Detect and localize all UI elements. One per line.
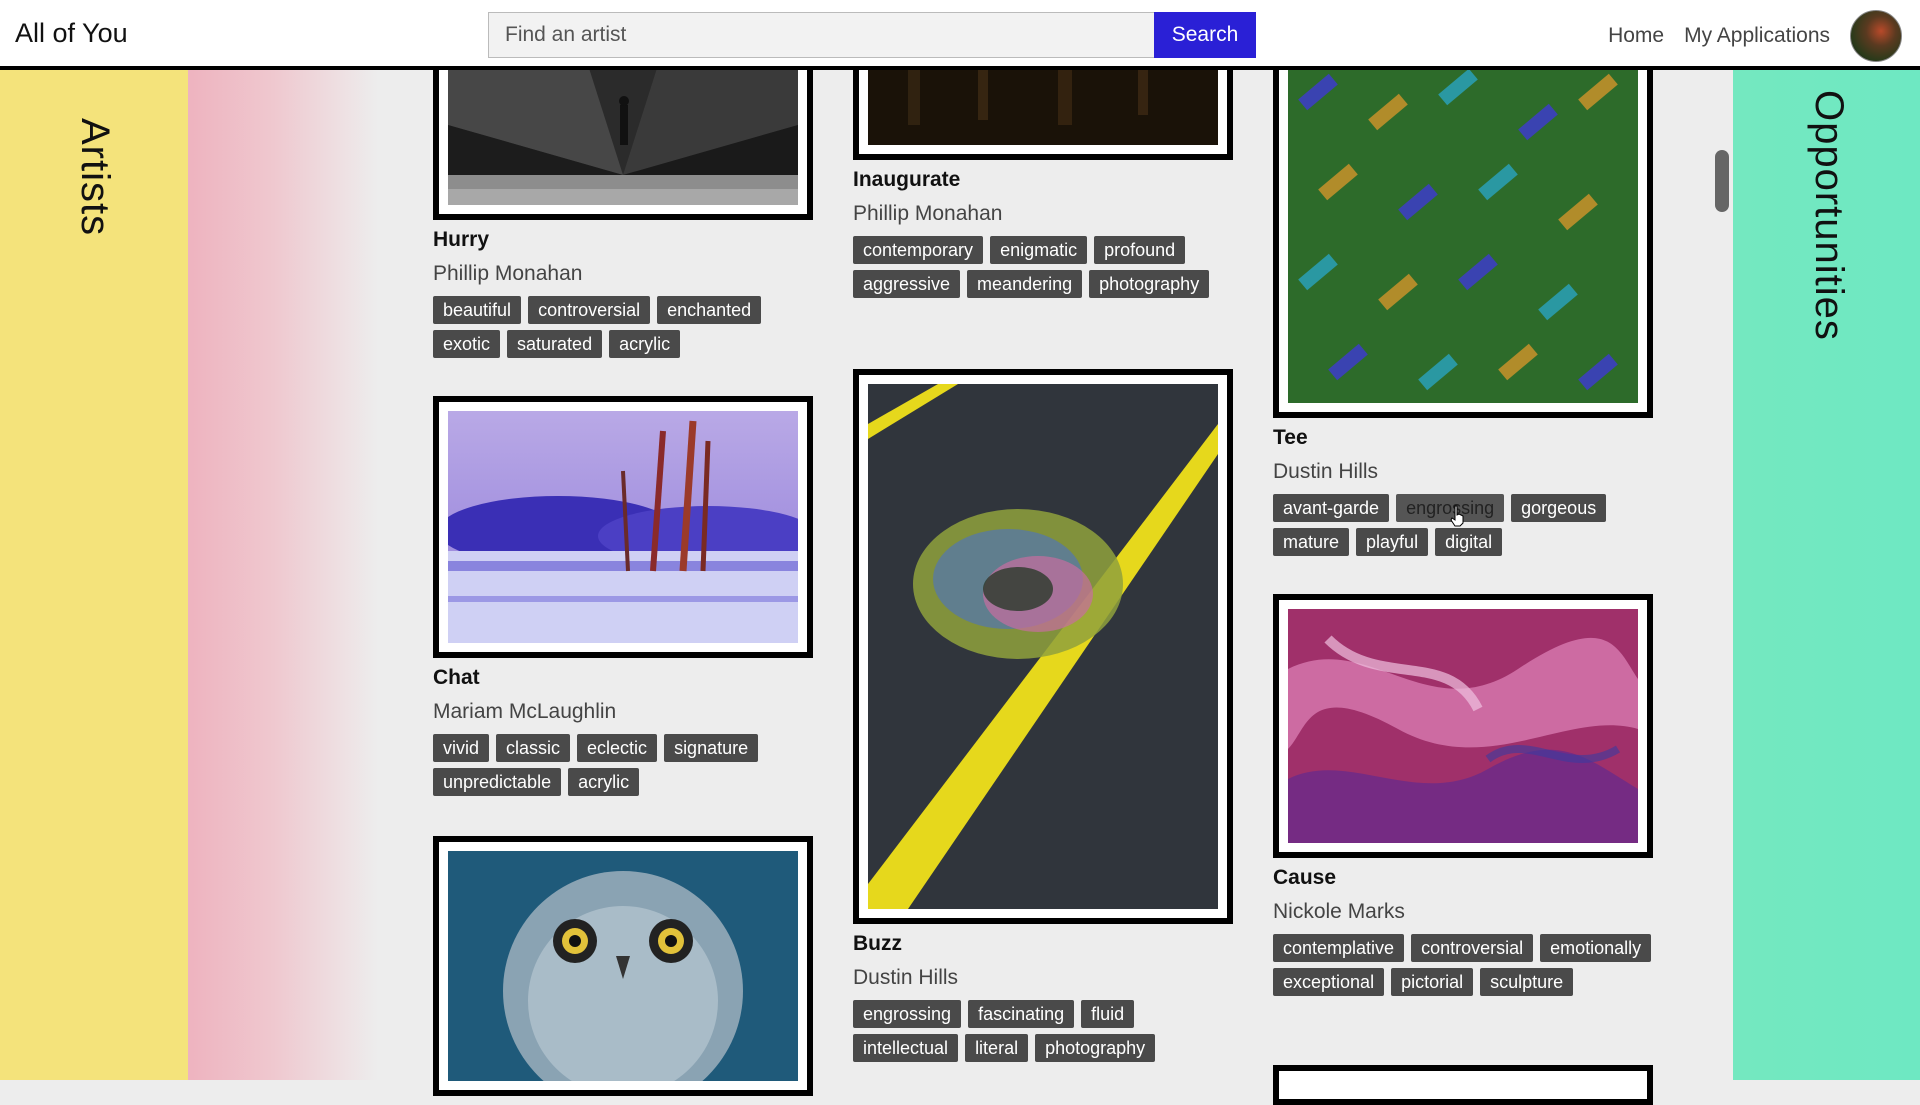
artwork-card-owl[interactable] [433,836,813,1105]
tag[interactable]: playful [1356,528,1429,556]
hand-cursor-icon [1450,505,1464,527]
scrollbar-thumb[interactable] [1715,150,1729,212]
artwork-image-chat[interactable] [438,411,818,643]
tag[interactable]: eclectic [577,734,658,762]
tag[interactable]: meandering [967,270,1083,298]
tag[interactable]: photography [1035,1034,1156,1062]
tag[interactable]: emotionally [1540,934,1652,962]
tag[interactable]: unpredictable [433,768,562,796]
nav-my-applications-link[interactable]: My Applications [1684,24,1830,48]
tag[interactable]: aggressive [853,270,961,298]
artwork-artist[interactable]: Phillip Monahan [433,262,813,286]
artwork-image-tee[interactable] [1288,65,1638,403]
artwork-image-buzz[interactable] [868,384,1218,909]
top-nav: Home My Applications [1608,10,1902,62]
tag[interactable]: intellectual [853,1034,959,1062]
artwork-card-buzz[interactable]: Buzz Dustin Hills engrossing fascinating… [853,369,1233,1062]
tag[interactable]: avant-garde [1273,494,1390,522]
artwork-card-chat[interactable]: Chat Mariam McLaughlin vivid classic ecl… [433,396,818,796]
tag[interactable]: controversial [528,296,651,324]
artwork-card-next[interactable] [1273,1065,1653,1105]
artwork-title[interactable]: Inaugurate [853,168,1233,192]
artwork-card-tee[interactable]: Tee Dustin Hills avant-garde engrossing … [1273,50,1653,556]
tag[interactable]: literal [965,1034,1029,1062]
tag[interactable]: exotic [433,330,501,358]
artwork-frame[interactable] [433,836,813,1105]
tag[interactable]: pictorial [1391,968,1474,996]
artwork-title[interactable]: Hurry [433,228,813,252]
tag[interactable]: vivid [433,734,490,762]
artwork-title[interactable]: Buzz [853,932,1233,956]
tag[interactable]: classic [496,734,571,762]
user-avatar[interactable] [1850,10,1902,62]
artwork-image-owl[interactable] [448,851,798,1105]
artwork-frame[interactable] [1273,50,1653,418]
tag[interactable]: acrylic [568,768,640,796]
artwork-artist[interactable]: Mariam McLaughlin [433,700,813,724]
tag[interactable]: profound [1094,236,1186,264]
tag[interactable]: sculpture [1480,968,1574,996]
artwork-artist[interactable]: Dustin Hills [853,966,1233,990]
opportunities-panel-label[interactable]: Opportunities [1806,90,1851,341]
tag[interactable]: enigmatic [990,236,1088,264]
brand-logo-text[interactable]: All of You [15,18,128,49]
search-bar: Search [488,12,1256,58]
tag[interactable]: acrylic [609,330,681,358]
tag[interactable]: digital [1435,528,1503,556]
search-button[interactable]: Search [1154,12,1256,58]
tag[interactable]: saturated [507,330,603,358]
panel-gradient [188,70,378,1080]
tag[interactable]: engrossing [853,1000,962,1028]
artwork-artist[interactable]: Dustin Hills [1273,460,1653,484]
artwork-frame[interactable] [853,369,1233,924]
tag[interactable]: contemplative [1273,934,1405,962]
artwork-image-hurry[interactable] [448,65,798,205]
tag[interactable]: beautiful [433,296,522,324]
artwork-title[interactable]: Tee [1273,426,1653,450]
artwork-frame[interactable] [1273,594,1653,858]
tag-list: beautiful controversial enchanted exotic… [433,296,813,358]
artwork-frame[interactable] [433,396,818,658]
tag[interactable]: enchanted [657,296,762,324]
artwork-artist[interactable]: Nickole Marks [1273,900,1653,924]
artwork-title[interactable]: Cause [1273,866,1653,890]
artwork-artist[interactable]: Phillip Monahan [853,202,1233,226]
tag-list: engrossing fascinating fluid intellectua… [853,1000,1233,1062]
tag[interactable]: signature [664,734,759,762]
tag-list: vivid classic eclectic signature unpredi… [433,734,813,796]
tag[interactable]: mature [1273,528,1350,556]
artwork-frame[interactable] [1273,1065,1653,1105]
tag[interactable]: gorgeous [1511,494,1607,522]
nav-home-link[interactable]: Home [1608,24,1664,48]
tag[interactable]: contemporary [853,236,984,264]
artwork-image-inaugurate[interactable] [868,65,1218,145]
artwork-image-cause[interactable] [1288,609,1638,843]
tag-list: contemporary enigmatic profound aggressi… [853,236,1233,298]
artwork-card-inaugurate[interactable]: Inaugurate Phillip Monahan contemporary … [853,50,1233,298]
tag[interactable]: exceptional [1273,968,1385,996]
tag[interactable]: photography [1089,270,1210,298]
tag-list: contemplative controversial emotionally … [1273,934,1653,996]
artwork-title[interactable]: Chat [433,666,813,690]
artwork-card-hurry[interactable]: Hurry Phillip Monahan beautiful controve… [433,50,813,358]
artwork-card-cause[interactable]: Cause Nickole Marks contemplative contro… [1273,594,1653,996]
artists-panel-label[interactable]: Artists [72,118,117,236]
tag[interactable]: fascinating [968,1000,1075,1028]
top-header: All of You Search Home My Applications [0,0,1920,70]
tag[interactable]: fluid [1081,1000,1135,1028]
tag[interactable]: controversial [1411,934,1534,962]
artwork-frame[interactable] [433,50,813,220]
search-input[interactable] [488,12,1154,58]
